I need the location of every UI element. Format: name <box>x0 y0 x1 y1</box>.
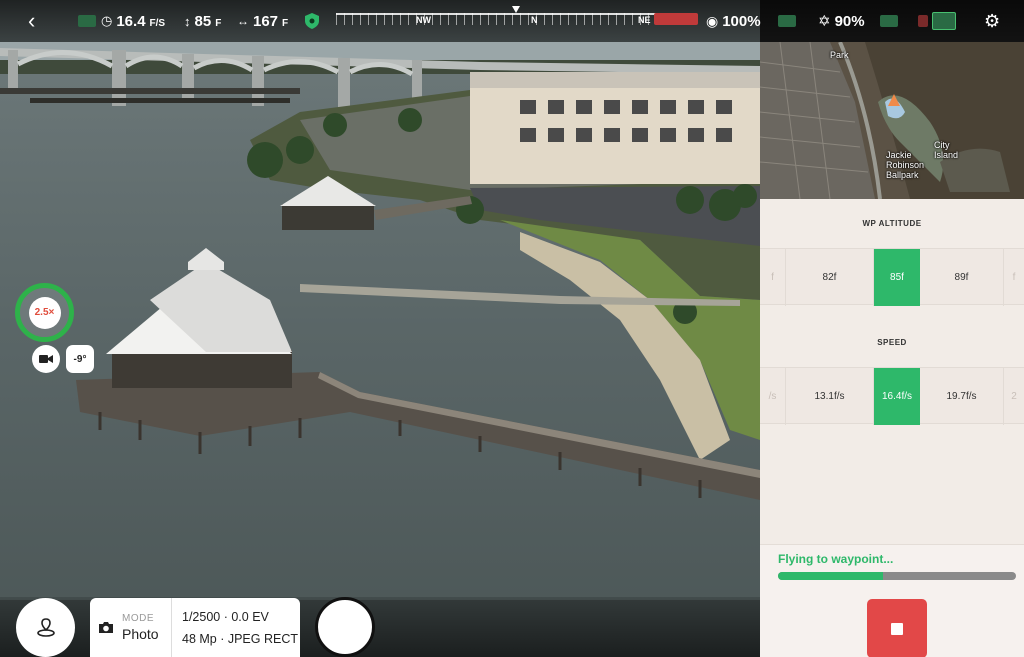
compass-label-nw: NW <box>416 15 431 25</box>
storage-chip <box>932 12 956 30</box>
altitude-option[interactable]: 82f <box>786 249 874 306</box>
speed-icon: ◷ <box>101 13 113 28</box>
altitude-value: 85 <box>194 12 212 30</box>
altitude-option[interactable]: 89f <box>920 249 1004 306</box>
protection-status[interactable] <box>305 0 319 42</box>
shutter-button[interactable] <box>315 597 375 657</box>
speed-value: 16.4 <box>116 12 146 30</box>
altitude-icon: ↕ <box>184 13 191 29</box>
speed-option[interactable]: 13.1f/s <box>786 368 874 425</box>
map-label-city-island: City Island <box>934 140 959 160</box>
heading-pointer <box>512 6 520 13</box>
altitude-option[interactable]: f <box>760 249 786 306</box>
speed-option[interactable]: 2 <box>1004 368 1024 425</box>
map-pin-icon <box>36 617 55 637</box>
mini-map[interactable]: Park Jackie Robinson Ballpark City Islan… <box>760 42 1024 199</box>
drone-battery-value: 90% <box>834 12 865 30</box>
exposure-settings: 1/2500 · 0.0 EV <box>182 610 269 624</box>
map-label-park: Park <box>830 50 849 60</box>
format-settings: 48 Mp · JPEG RECT <box>182 632 298 646</box>
record-chip <box>918 15 928 27</box>
recenter-map-button[interactable] <box>16 598 75 657</box>
speed-picker[interactable]: /s 13.1f/s 16.4f/s 19.7f/s 2 <box>760 367 1024 425</box>
controller-battery-value: 100% <box>722 12 761 30</box>
altitude-option-selected[interactable]: 85f <box>874 249 920 306</box>
back-icon: ‹ <box>28 8 36 33</box>
distance-icon: ↔ <box>237 14 249 28</box>
gps-indicator <box>78 0 96 42</box>
settings-button[interactable]: ⚙ <box>984 0 1000 42</box>
gimbal-tilt-button[interactable]: -9° <box>66 345 94 373</box>
speed-unit: F/S <box>149 17 166 29</box>
wp-altitude-title: WP ALTITUDE <box>862 219 922 228</box>
video-camera-icon <box>39 355 53 363</box>
back-button[interactable]: ‹ <box>28 0 35 42</box>
camera-switch-button[interactable] <box>32 345 60 373</box>
drone-battery: ✡ 90% <box>818 0 865 42</box>
altitude-option[interactable]: f <box>1004 249 1024 306</box>
flight-status-text: Flying to waypoint... <box>778 552 894 566</box>
speed-title: SPEED <box>877 338 907 347</box>
altitude-readout: ↕ 85 F <box>184 0 221 42</box>
video-signal <box>880 0 898 42</box>
signal-chip <box>78 15 96 27</box>
distance-value: 167 <box>253 12 279 30</box>
recording-status <box>918 0 956 42</box>
video-signal-chip <box>880 15 898 27</box>
settings-icon: ⚙ <box>984 10 1001 31</box>
compass-heading-bar: NW N NE <box>336 6 698 25</box>
compass-label-n: N <box>531 15 538 25</box>
drone-direction-marker <box>654 13 698 25</box>
distance-readout: ↔ 167 F <box>237 0 288 42</box>
mode-label: MODE <box>122 613 154 624</box>
mode-value: Photo <box>122 626 159 642</box>
stop-icon <box>891 622 903 635</box>
waypoint-progress-bar <box>778 572 1016 580</box>
propeller-icon: ✡ <box>818 13 831 30</box>
flight-status-area: Flying to waypoint... <box>760 544 1024 657</box>
zoom-level: 2.5× <box>28 296 61 329</box>
rc-signal <box>778 0 796 42</box>
distance-unit: F <box>282 17 289 29</box>
altitude-unit: F <box>215 17 222 29</box>
top-status-bar: ‹ ◷ 16.4 F/S ↕ 85 F ↔ 167 F NW N NE ◉ 10… <box>0 0 1024 42</box>
aerial-scene <box>0 0 760 657</box>
compass-label-ne: NE <box>638 15 651 25</box>
map-label-ballpark: Jackie Robinson Ballpark <box>886 150 925 180</box>
camera-mode-card[interactable]: MODE Photo 1/2500 · 0.0 EV 48 Mp · JPEG … <box>90 598 300 657</box>
camera-feed[interactable] <box>0 0 760 657</box>
progress-fill <box>778 572 883 580</box>
controller-icon: ◉ <box>706 12 719 29</box>
rc-signal-chip <box>778 15 796 27</box>
controller-battery: ◉ 100% <box>706 0 761 42</box>
wp-altitude-picker[interactable]: f 82f 85f 89f f <box>760 248 1024 306</box>
zoom-button[interactable]: 2.5× <box>15 283 74 342</box>
speed-option[interactable]: /s <box>760 368 786 425</box>
stop-mission-button[interactable] <box>867 599 927 657</box>
speed-option-selected[interactable]: 16.4f/s <box>874 368 920 425</box>
photo-camera-icon <box>99 622 113 633</box>
mode-selector[interactable]: MODE Photo <box>90 598 172 657</box>
mission-panel: Park Jackie Robinson Ballpark City Islan… <box>760 42 1024 657</box>
speed-option[interactable]: 19.7f/s <box>920 368 1004 425</box>
speed-readout: ◷ 16.4 F/S <box>101 0 165 42</box>
shield-icon <box>305 13 319 29</box>
camera-settings[interactable]: 1/2500 · 0.0 EV 48 Mp · JPEG RECT <box>172 598 300 657</box>
